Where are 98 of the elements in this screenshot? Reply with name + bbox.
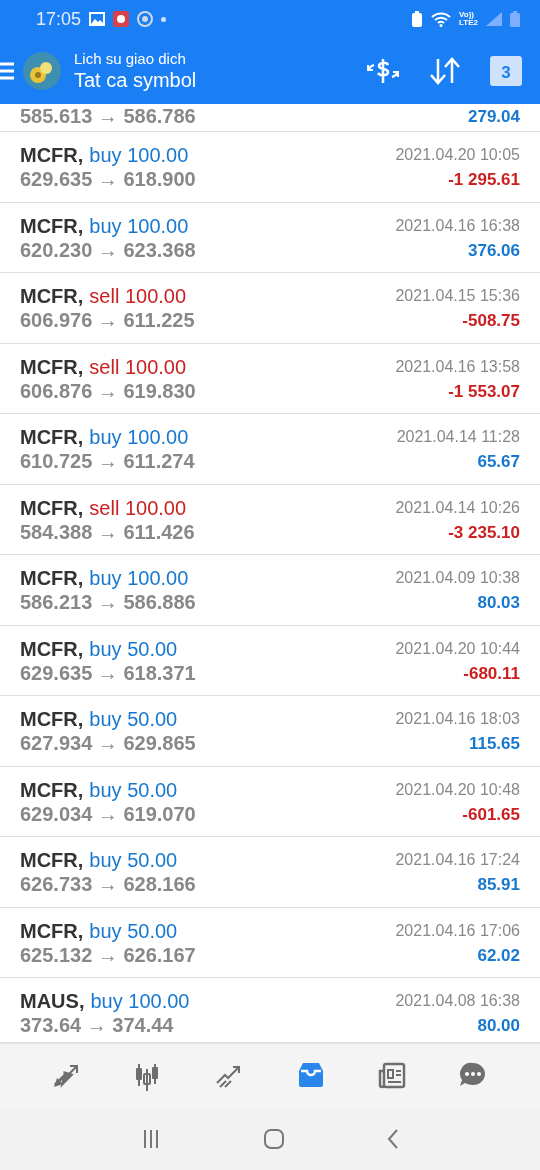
symbol-name: MCFR, — [20, 426, 84, 448]
price-range: 626.733 → 628.166 — [20, 872, 196, 897]
trade-time: 2021.04.15 15:36 — [395, 286, 520, 306]
app-notification-icon — [113, 11, 130, 27]
trade-row[interactable]: MCFR, buy 50.00 629.034 → 619.070 2021.04.20 10:48 -601.65 — [0, 766, 540, 837]
symbol-name: MCFR, — [20, 919, 84, 942]
trade-row[interactable]: MCFR, buy 100.00 620.230 → 623.368 2021.04.16 16:38 376.06 — [0, 202, 540, 273]
order-type: buy 50.00 — [89, 708, 178, 730]
sort-icon[interactable] — [428, 56, 462, 86]
profit-value: -1 295.61 — [448, 169, 520, 191]
order-type: buy 100.00 — [89, 144, 189, 166]
symbol-name: MCFR, — [20, 496, 84, 519]
order-type: buy 50.00 — [89, 778, 178, 801]
trade-row[interactable]: MCFR, sell 100.00 606.876 → 619.830 2021.04.16 13:58 -1 553.07 — [0, 343, 540, 414]
symbol-name: MCFR, — [20, 778, 84, 801]
profit-value: -680.11 — [463, 662, 520, 685]
image-icon — [89, 12, 106, 26]
screen-title: Lich su giao dich — [74, 50, 187, 67]
trade-row[interactable]: MCFR, sell 100.00 606.976 → 611.225 2021.04.15 15:36 -508.75 — [0, 273, 540, 344]
trade-row[interactable]: MCFR, buy 50.00 626.733 → 628.166 2021.04.16 17:24 85.91 — [0, 837, 540, 908]
trade-row[interactable]: MCFR, buy 100.00 629.635 → 618.900 2021.04.20 10:05 -1 295.61 — [0, 132, 540, 203]
trade-row[interactable]: MCFR, buy 50.00 627.934 → 629.865 2021.04.16 18:03 115.65 — [0, 696, 540, 767]
symbol-name: MCFR, — [20, 708, 84, 730]
menu-icon[interactable] — [0, 62, 14, 80]
symbol-name: MCFR, — [20, 144, 84, 166]
symbol-name: MCFR, — [20, 637, 84, 660]
back-icon[interactable] — [385, 1127, 400, 1150]
price-range: 606.976 → 611.225 — [20, 308, 195, 333]
trade-time: 2021.04.14 11:28 — [396, 427, 520, 447]
price-range: 627.934 → 629.865 — [20, 731, 196, 756]
trade-time: 2021.04.16 17:06 — [395, 920, 520, 941]
trade-time: 2021.04.08 16:38 — [395, 991, 520, 1011]
trade-row[interactable]: MCFR, buy 100.00 586.213 → 586.886 2021.04.09 10:38 80.03 — [0, 555, 540, 626]
profit-value: 65.67 — [477, 451, 520, 473]
order-type: buy 100.00 — [89, 567, 189, 589]
signal-icon — [486, 12, 502, 26]
newspaper-icon[interactable] — [376, 1060, 407, 1091]
app-logo-icon — [22, 51, 62, 91]
network-label: Vo)) LTE2 — [459, 11, 478, 27]
order-type: sell 100.00 — [89, 355, 187, 378]
browser-icon — [137, 11, 154, 27]
profit-value: 376.06 — [468, 239, 520, 262]
profit-value: 80.03 — [477, 592, 520, 614]
trade-time: 2021.04.14 10:26 — [395, 497, 520, 518]
symbol-filter[interactable]: Tat ca symbol — [74, 69, 197, 92]
price-range: 620.230 → 623.368 — [20, 237, 196, 263]
trade-time: 2021.04.20 10:05 — [395, 145, 520, 165]
price-range: 629.635 → 618.371 — [20, 660, 196, 686]
wifi-icon — [431, 11, 452, 27]
symbol-name: MCFR, — [20, 567, 84, 589]
profit-value: 80.00 — [477, 1015, 520, 1037]
profit-value: -1 553.07 — [448, 380, 520, 403]
order-type: buy 50.00 — [89, 919, 178, 942]
profit-value: 85.91 — [477, 874, 520, 896]
trade-row[interactable]: MCFR, buy 50.00 625.132 → 626.167 2021.04.16 17:06 62.02 — [0, 907, 540, 978]
price-range: 629.034 → 619.070 — [20, 801, 196, 827]
order-type: sell 100.00 — [89, 285, 187, 307]
price-range: 373.64 → 374.44 — [20, 1013, 175, 1038]
profit-value: -3 235.10 — [448, 521, 520, 544]
trade-row[interactable]: MCFR, buy 100.00 610.725 → 611.274 2021.04.14 11:28 65.67 — [0, 414, 540, 485]
battery-icon — [510, 11, 520, 27]
profit-value: -601.65 — [462, 803, 520, 826]
home-icon[interactable] — [263, 1127, 285, 1150]
order-type: buy 100.00 — [89, 214, 189, 237]
price-range: 606.876 → 619.830 — [20, 378, 196, 404]
price-range: 584.388 → 611.426 — [20, 519, 195, 545]
order-type: buy 50.00 — [89, 849, 178, 871]
price-range: 625.132 → 626.167 — [20, 942, 196, 968]
trade-time: 2021.04.16 17:24 — [395, 850, 520, 870]
trade-time: 2021.04.16 13:58 — [395, 356, 520, 377]
order-type: buy 50.00 — [89, 637, 178, 660]
profit-value: 115.65 — [468, 733, 520, 755]
profit-value: -508.75 — [462, 310, 520, 332]
trade-row[interactable]: MCFR, sell 100.00 584.388 → 611.426 2021.04.14 10:26 -3 235.10 — [0, 484, 540, 555]
price-range: 610.725 → 611.274 — [20, 449, 195, 474]
clock-time: 17:05 — [36, 8, 82, 30]
price-range: 629.635 → 618.900 — [20, 167, 196, 192]
trade-time: 2021.04.16 18:03 — [395, 709, 520, 729]
trade-time: 2021.04.20 10:44 — [395, 638, 520, 659]
trade-row[interactable]: MCFR, buy 50.00 629.635 → 618.371 2021.04.20 10:44 -680.11 — [0, 625, 540, 696]
trade-time: 2021.04.09 10:38 — [395, 568, 520, 588]
symbol-name: MCFR, — [20, 214, 84, 237]
dot-icon — [161, 16, 167, 22]
symbol-name: MCFR, — [20, 849, 84, 871]
price-range: 586.213 → 586.886 — [20, 590, 196, 615]
symbol-name: MCFR, — [20, 355, 84, 378]
symbol-name: MAUS, — [20, 990, 85, 1012]
profit-value: 62.02 — [477, 944, 520, 967]
trade-time: 2021.04.16 16:38 — [395, 215, 520, 236]
currency-exchange-icon[interactable] — [366, 56, 400, 86]
order-type: buy 100.00 — [89, 426, 189, 448]
trade-time: 2021.04.20 10:48 — [395, 779, 520, 800]
battery-saver-icon — [411, 11, 424, 27]
order-type: sell 100.00 — [89, 496, 187, 519]
profit-value: 279.04 — [468, 106, 520, 128]
symbol-name: MCFR, — [20, 285, 84, 307]
order-type: buy 100.00 — [90, 990, 190, 1012]
price-range: 585.613 → 586.786 — [20, 104, 196, 129]
